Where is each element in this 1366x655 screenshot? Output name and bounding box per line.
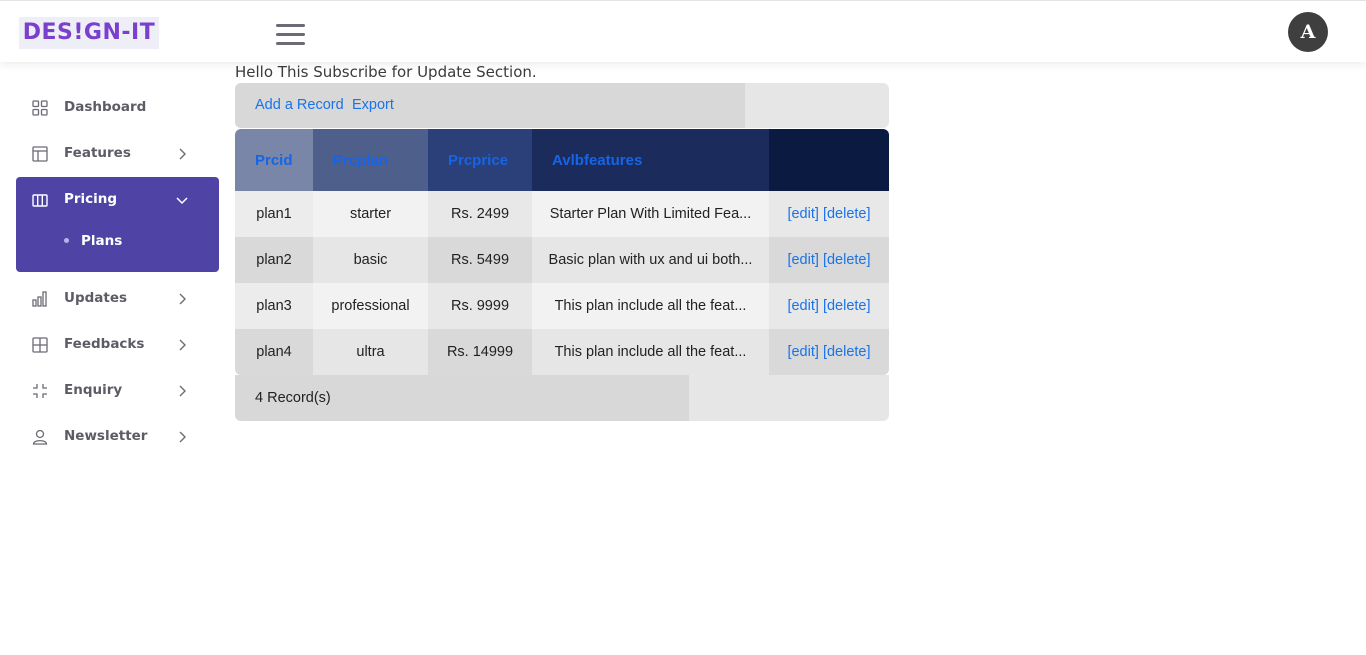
delete-link[interactable]: [delete] <box>823 252 871 268</box>
chevron-right-icon <box>179 339 186 351</box>
table-row: plan2 basic Rs. 5499 Basic plan with ux … <box>235 237 889 283</box>
edit-link[interactable]: [edit] <box>787 344 818 360</box>
cell-prcprice: Rs. 5499 <box>428 237 532 283</box>
cell-prcprice: Rs. 2499 <box>428 191 532 237</box>
sidebar-item-label: Newsletter <box>64 428 148 444</box>
chevron-right-icon <box>179 431 186 443</box>
cell-prcprice: Rs. 9999 <box>428 283 532 329</box>
sidebar-item-newsletter[interactable]: Newsletter <box>16 414 219 460</box>
delete-link[interactable]: [delete] <box>823 206 871 222</box>
delete-link[interactable]: [delete] <box>823 344 871 360</box>
cell-prcid: plan4 <box>235 329 313 375</box>
minimize-icon <box>33 384 47 398</box>
sidebar-item-label: Pricing <box>64 191 118 207</box>
cell-avlbfeatures: Basic plan with ux and ui both... <box>532 237 769 283</box>
sidebar-item-updates[interactable]: Updates <box>16 276 219 322</box>
cell-prcplan: basic <box>313 237 428 283</box>
chevron-right-icon <box>179 148 186 160</box>
cell-prcid: plan1 <box>235 191 313 237</box>
cell-prcplan: professional <box>313 283 428 329</box>
cell-prcplan: starter <box>313 191 428 237</box>
cell-avlbfeatures: This plan include all the feat... <box>532 329 769 375</box>
grid-footer: 4 Record(s) <box>235 375 889 421</box>
bar-chart-icon <box>32 291 47 307</box>
sidebar-item-label: Features <box>64 145 131 161</box>
chevron-right-icon <box>179 293 186 305</box>
sidebar-item-label: Dashboard <box>64 99 147 115</box>
user-icon <box>32 429 48 445</box>
table-row: plan1 starter Rs. 2499 Starter Plan With… <box>235 191 889 237</box>
edit-link[interactable]: [edit] <box>787 206 818 222</box>
table-icon <box>32 337 48 353</box>
pricing-table: Prcid Prcplan Prcprice Avlbfeatures plan… <box>235 129 889 375</box>
add-record-link[interactable]: Add a Record <box>255 97 344 113</box>
cell-prcprice: Rs. 14999 <box>428 329 532 375</box>
cell-actions: [edit] [delete] <box>769 237 889 283</box>
cell-actions: [edit] [delete] <box>769 191 889 237</box>
menu-toggle-button[interactable] <box>276 23 306 47</box>
sidebar-subitem-plans[interactable]: Plans <box>16 223 219 259</box>
table-row: plan4 ultra Rs. 14999 This plan include … <box>235 329 889 375</box>
record-count: 4 Record(s) <box>255 390 331 406</box>
sidebar: Dashboard Features Pricing Plans Updates… <box>16 85 219 460</box>
chevron-right-icon <box>179 385 186 397</box>
export-link[interactable]: Export <box>352 97 394 113</box>
edit-link[interactable]: [edit] <box>787 298 818 314</box>
table-row: plan3 professional Rs. 9999 This plan in… <box>235 283 889 329</box>
bullet-dot <box>64 238 69 243</box>
layout-icon <box>32 146 48 162</box>
sidebar-item-feedbacks[interactable]: Feedbacks <box>16 322 219 368</box>
grid-icon <box>32 100 48 116</box>
sidebar-item-pricing[interactable]: Pricing Plans <box>16 177 219 272</box>
hamburger-line <box>276 42 305 45</box>
column-header-prcplan[interactable]: Prcplan <box>313 129 428 191</box>
delete-link[interactable]: [delete] <box>823 298 871 314</box>
brand-logo[interactable]: DES!GN-IT <box>19 17 159 49</box>
hamburger-line <box>276 24 305 27</box>
columns-icon <box>32 194 48 207</box>
cell-prcid: plan3 <box>235 283 313 329</box>
cell-actions: [edit] [delete] <box>769 329 889 375</box>
sidebar-item-dashboard[interactable]: Dashboard <box>16 85 219 131</box>
grid-toolbar: Add a Record Export <box>235 83 889 128</box>
cell-prcid: plan2 <box>235 237 313 283</box>
cell-avlbfeatures: This plan include all the feat... <box>532 283 769 329</box>
sidebar-item-label: Feedbacks <box>64 336 145 352</box>
sidebar-item-features[interactable]: Features <box>16 131 219 177</box>
sidebar-item-label: Enquiry <box>64 382 123 398</box>
sidebar-item-label: Updates <box>64 290 128 306</box>
cell-prcplan: ultra <box>313 329 428 375</box>
table-header-row: Prcid Prcplan Prcprice Avlbfeatures <box>235 129 889 191</box>
chevron-down-icon <box>176 197 188 205</box>
column-header-avlbfeatures[interactable]: Avlbfeatures <box>532 129 769 191</box>
sidebar-item-enquiry[interactable]: Enquiry <box>16 368 219 414</box>
page-greeting: Hello This Subscribe for Update Section. <box>235 63 537 81</box>
column-header-actions <box>769 129 889 191</box>
cell-actions: [edit] [delete] <box>769 283 889 329</box>
column-header-prcid[interactable]: Prcid <box>235 129 313 191</box>
sidebar-subitem-label: Plans <box>81 233 123 249</box>
cell-avlbfeatures: Starter Plan With Limited Fea... <box>532 191 769 237</box>
user-avatar[interactable]: A <box>1288 12 1328 52</box>
top-bar: DES!GN-IT A <box>0 0 1366 62</box>
column-header-prcprice[interactable]: Prcprice <box>428 129 532 191</box>
edit-link[interactable]: [edit] <box>787 252 818 268</box>
hamburger-line <box>276 33 305 36</box>
